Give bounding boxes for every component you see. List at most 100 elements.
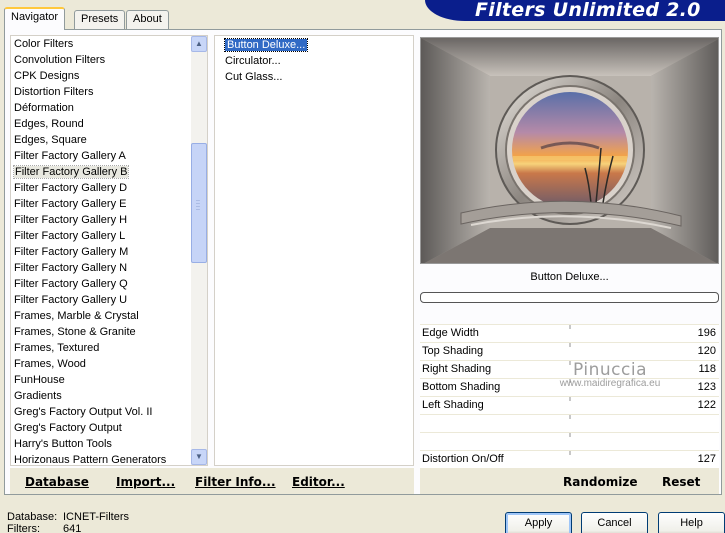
apply-button[interactable]: Apply <box>505 512 572 533</box>
list-item[interactable]: Distortion Filters <box>11 84 207 100</box>
filters-key: Filters: <box>7 523 40 533</box>
category-label: Convolution Filters <box>14 54 106 66</box>
parameter-slider[interactable]: Bottom Shading 123 <box>420 378 719 396</box>
list-item[interactable]: Edges, Round <box>11 116 207 132</box>
category-label: CPK Designs <box>14 70 80 82</box>
scroll-thumb[interactable]: – – – – <box>191 143 207 263</box>
parameter-label: Distortion On/Off <box>422 453 504 465</box>
filter-item[interactable]: Circulator... <box>215 53 413 69</box>
list-item[interactable]: Filter Factory Gallery M <box>11 244 207 260</box>
category-label: Frames, Stone & Granite <box>14 326 136 338</box>
list-item[interactable]: Déformation <box>11 100 207 116</box>
list-item[interactable]: Frames, Marble & Crystal <box>11 308 207 324</box>
filter-preview-image <box>420 37 719 264</box>
cancel-button[interactable]: Cancel <box>581 512 648 533</box>
filter-label: Circulator... <box>225 55 281 67</box>
parameter-slider[interactable]: Right Shading 118 <box>420 360 719 378</box>
category-label: Filter Factory Gallery E <box>14 198 127 210</box>
tab-navigator[interactable]: Navigator <box>4 7 66 30</box>
filter-item[interactable]: Cut Glass... <box>215 69 413 85</box>
category-scrollbar[interactable]: ▲ – – – – ▼ <box>191 36 207 465</box>
preview-toolbar: Randomize Reset <box>420 468 719 494</box>
list-item[interactable]: Filter Factory Gallery A <box>11 148 207 164</box>
slider-tick <box>569 379 571 383</box>
list-item[interactable]: Filter Factory Gallery U <box>11 292 207 308</box>
list-item[interactable]: Gradients <box>11 388 207 404</box>
database-info: Database: ICNET-Filters <box>7 511 129 523</box>
list-item[interactable]: Filter Factory Gallery E <box>11 196 207 212</box>
category-label: Harry's Button Tools <box>14 438 112 450</box>
list-item[interactable]: Color Filters <box>11 36 207 52</box>
list-item[interactable]: Greg's Factory Output <box>11 420 207 436</box>
reset-button[interactable]: Reset <box>662 475 700 489</box>
category-label: Frames, Marble & Crystal <box>14 310 139 322</box>
slider-tick <box>569 361 571 365</box>
category-label: Color Filters <box>14 38 74 50</box>
list-item[interactable]: Filter Factory Gallery L <box>11 228 207 244</box>
preview-artwork <box>421 38 718 263</box>
parameter-slider[interactable]: Distortion On/Off 127 <box>420 450 719 468</box>
list-item[interactable]: Filter Factory Gallery Q <box>11 276 207 292</box>
parameter-slider[interactable] <box>420 432 719 450</box>
slider-tick <box>569 451 571 455</box>
parameter-label: Left Shading <box>422 399 484 411</box>
category-label: Horizonaus Pattern Generators <box>14 454 167 466</box>
parameter-value: 122 <box>697 399 716 411</box>
category-label: Frames, Textured <box>14 342 100 354</box>
list-item[interactable]: Filter Factory Gallery N <box>11 260 207 276</box>
parameter-label: Bottom Shading <box>422 381 501 393</box>
parameter-label: Top Shading <box>422 345 484 357</box>
category-label: Filter Factory Gallery U <box>14 294 128 306</box>
chevron-down-icon: ▼ <box>195 452 203 461</box>
parameter-slider[interactable] <box>420 414 719 432</box>
slider-tick <box>569 397 571 401</box>
list-item[interactable]: Filter Factory Gallery B <box>11 164 207 180</box>
filters-info: Filters: 641 <box>7 523 81 533</box>
list-item[interactable]: Greg's Factory Output Vol. II <box>11 404 207 420</box>
category-label: Distortion Filters <box>14 86 94 98</box>
list-item[interactable]: Frames, Stone & Granite <box>11 324 207 340</box>
scroll-down-button[interactable]: ▼ <box>191 449 207 465</box>
list-item[interactable]: Edges, Square <box>11 132 207 148</box>
editor-button[interactable]: Editor... <box>292 475 345 489</box>
category-items: Color Filters Convolution Filters CPK Desi… <box>11 36 207 466</box>
list-item[interactable]: Frames, Textured <box>11 340 207 356</box>
list-item[interactable]: Harry's Button Tools <box>11 436 207 452</box>
slider-tick <box>569 433 571 437</box>
parameter-slider[interactable]: Left Shading 122 <box>420 396 719 414</box>
category-label: FunHouse <box>14 374 65 386</box>
list-item[interactable]: Horizonaus Pattern Generators <box>11 452 207 466</box>
app-title-banner: Filters Unlimited 2.0 <box>425 0 725 21</box>
grip-icon: – – – – <box>196 197 200 213</box>
parameter-slider[interactable]: Top Shading 120 <box>420 342 719 360</box>
parameter-slider[interactable]: Edge Width 196 <box>420 324 719 342</box>
slider-tick <box>569 415 571 419</box>
list-item[interactable]: Filter Factory Gallery D <box>11 180 207 196</box>
parameter-sliders: Edge Width 196 Top Shading 120 Right Shading… <box>420 324 719 468</box>
navigator-toolbar: Database Import... Filter Info... Editor… <box>10 468 414 494</box>
filter-info-button[interactable]: Filter Info... <box>195 475 276 489</box>
category-label: Filter Factory Gallery L <box>14 230 126 242</box>
list-item[interactable]: Filter Factory Gallery H <box>11 212 207 228</box>
category-label: Filter Factory Gallery Q <box>14 278 128 290</box>
category-label: Filter Factory Gallery D <box>14 182 128 194</box>
randomize-button[interactable]: Randomize <box>563 475 637 489</box>
database-button[interactable]: Database <box>25 475 89 489</box>
list-item[interactable]: Convolution Filters <box>11 52 207 68</box>
filter-items: Button Deluxe... Circulator... Cut Glass..… <box>215 36 413 85</box>
category-label: Filter Factory Gallery N <box>14 262 128 274</box>
help-button[interactable]: Help <box>658 512 725 533</box>
list-item[interactable]: FunHouse <box>11 372 207 388</box>
filter-list[interactable]: Button Deluxe... Circulator... Cut Glass..… <box>214 35 414 466</box>
filter-item[interactable]: Button Deluxe... <box>215 37 413 53</box>
tab-about[interactable]: About <box>126 10 169 29</box>
category-label: Edges, Square <box>14 134 87 146</box>
filter-label: Button Deluxe... <box>223 38 309 52</box>
list-item[interactable]: Frames, Wood <box>11 356 207 372</box>
import-button[interactable]: Import... <box>116 475 175 489</box>
category-list[interactable]: Color Filters Convolution Filters CPK Desi… <box>10 35 208 466</box>
list-item[interactable]: CPK Designs <box>11 68 207 84</box>
tab-presets[interactable]: Presets <box>74 10 126 29</box>
filter-label: Cut Glass... <box>225 71 283 83</box>
scroll-up-button[interactable]: ▲ <box>191 36 207 52</box>
